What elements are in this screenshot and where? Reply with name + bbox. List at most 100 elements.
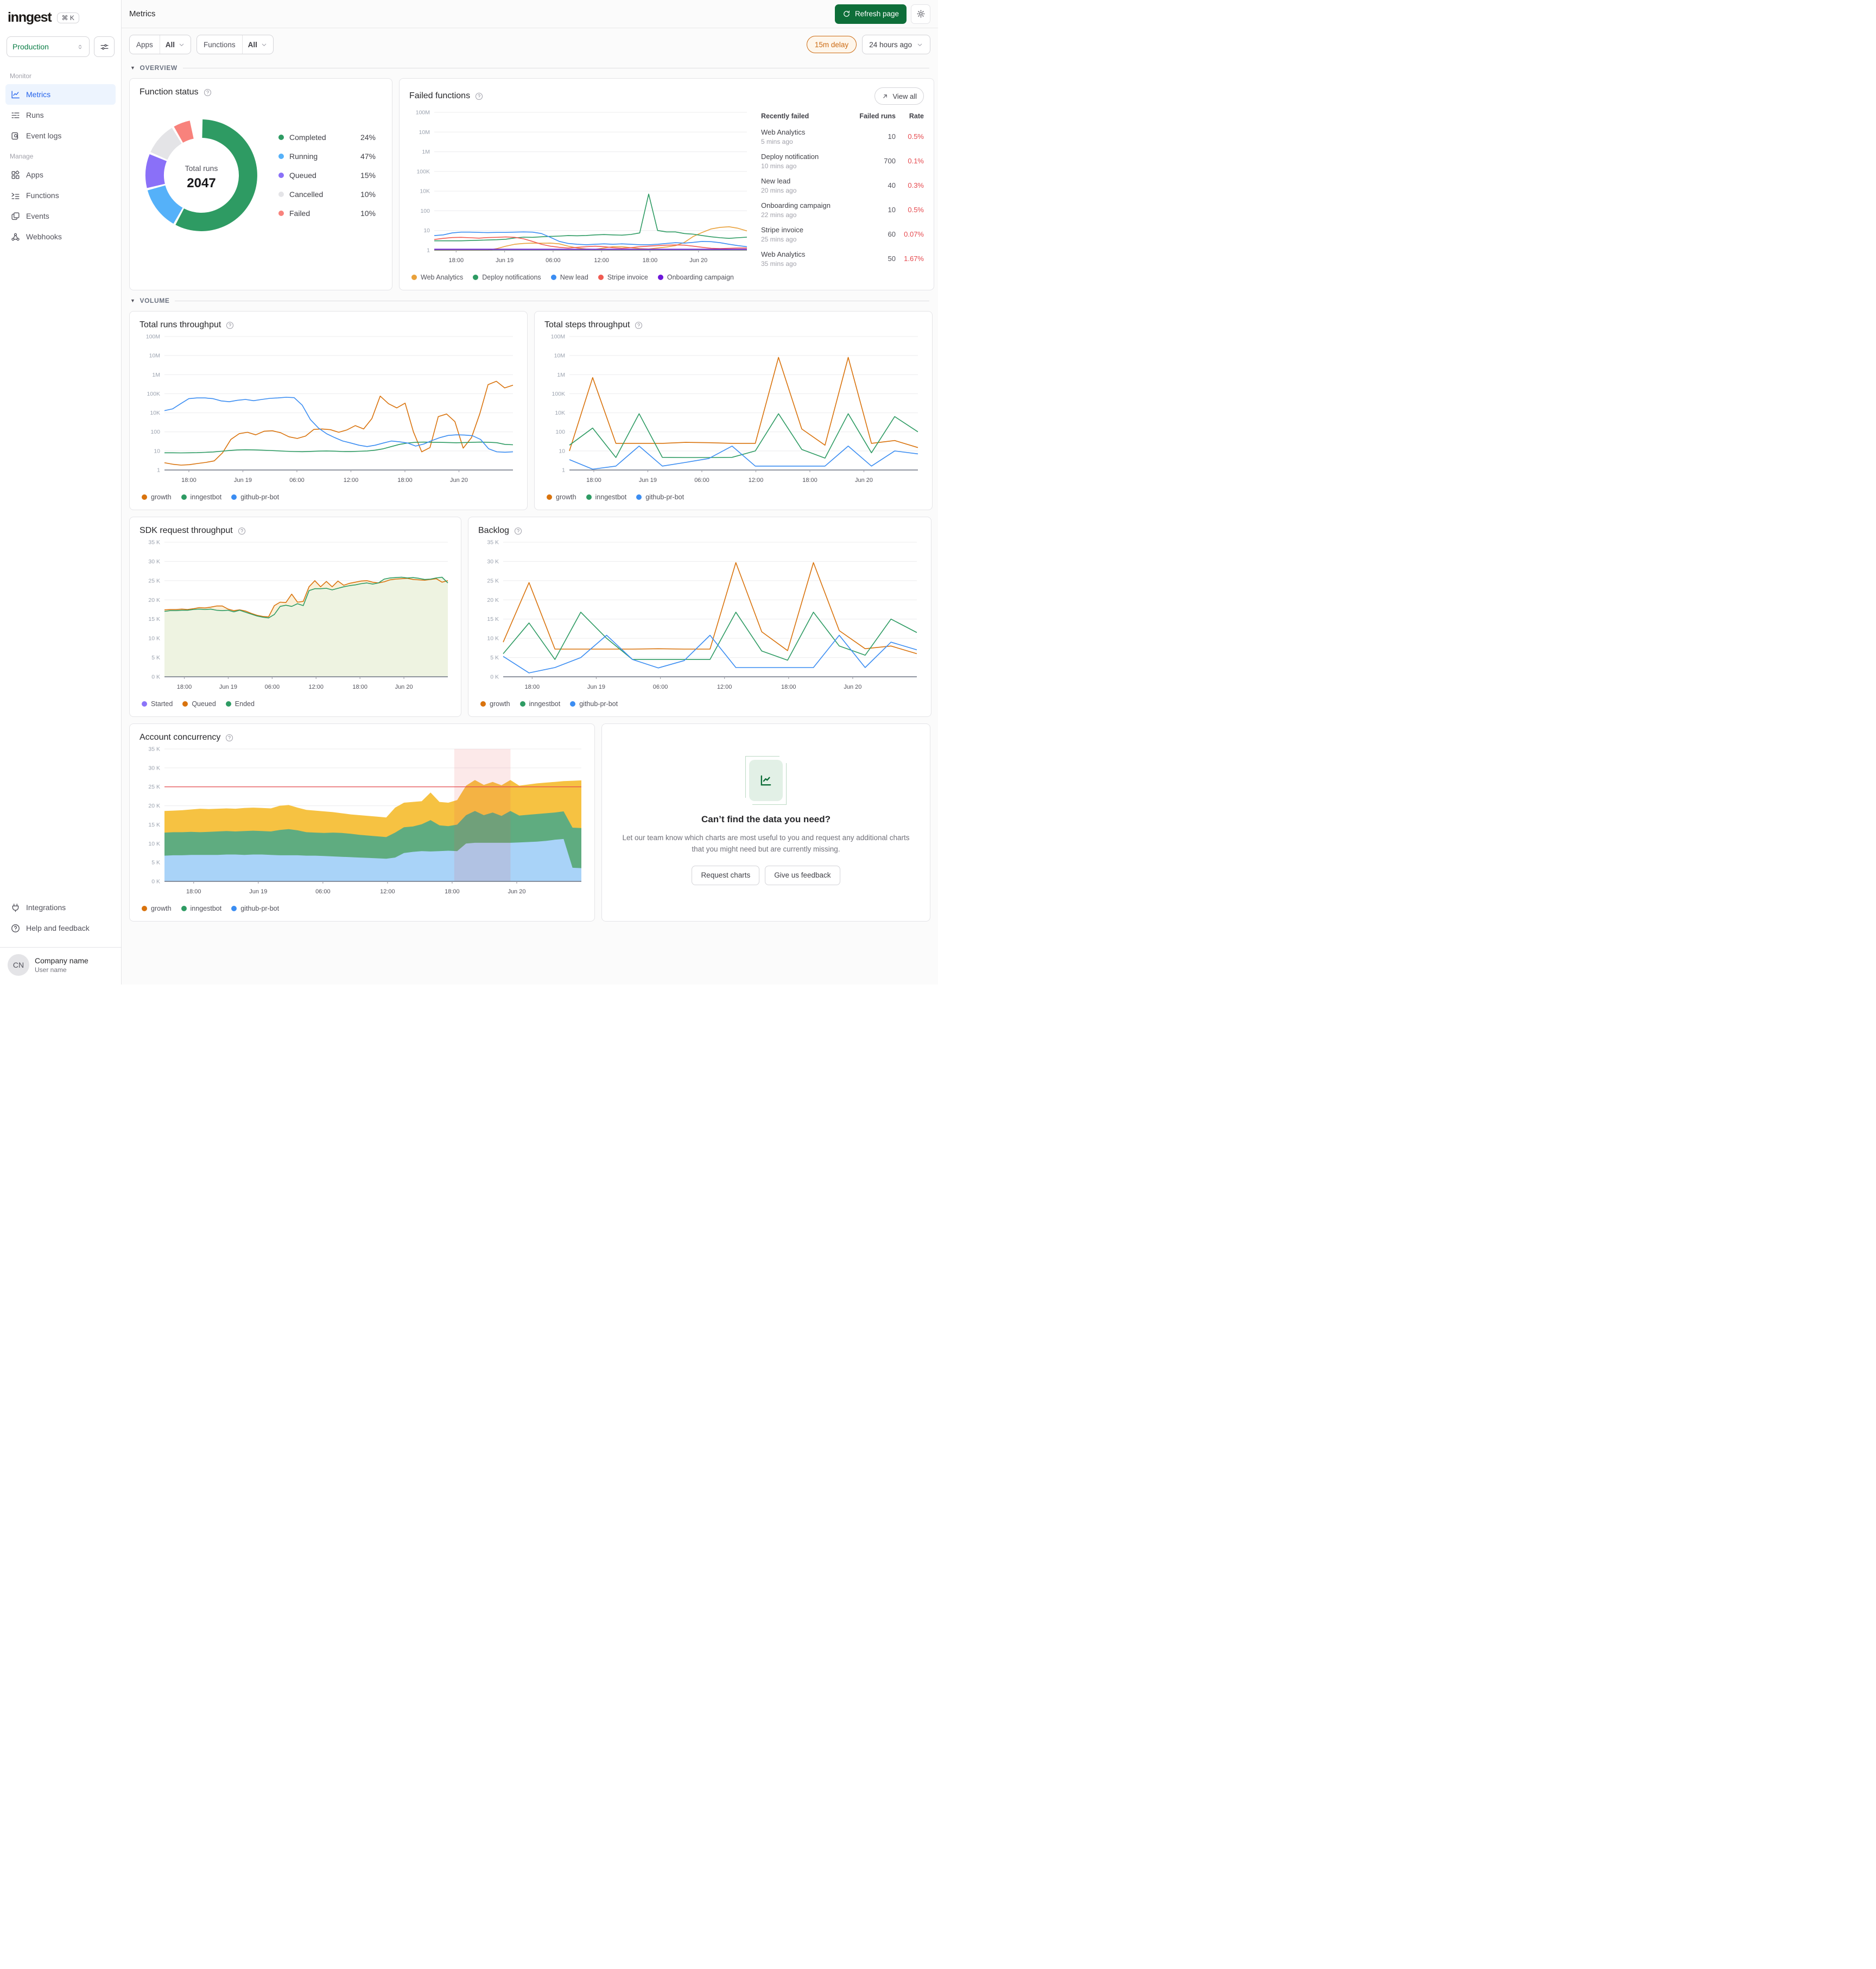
help-icon[interactable] bbox=[237, 526, 246, 536]
give-feedback-button[interactable]: Give us feedback bbox=[765, 865, 840, 885]
legend-item[interactable]: inngestbot bbox=[181, 493, 221, 501]
time-range-select[interactable]: 24 hours ago bbox=[862, 35, 930, 54]
failed-function-name: Onboarding campaign bbox=[761, 201, 831, 209]
sidebar-item-event-logs[interactable]: Event logs bbox=[5, 125, 116, 146]
legend-item[interactable]: growth bbox=[480, 700, 510, 708]
sidebar-item-integrations[interactable]: Integrations bbox=[5, 897, 116, 918]
svg-text:12:00: 12:00 bbox=[309, 684, 324, 690]
svg-text:100K: 100K bbox=[147, 391, 160, 397]
chart-illustration bbox=[745, 756, 787, 805]
legend-item[interactable]: growth bbox=[142, 493, 172, 501]
legend-item[interactable]: github-pr-bot bbox=[636, 493, 684, 501]
legend-item[interactable]: github-pr-bot bbox=[231, 905, 279, 912]
svg-text:18:00: 18:00 bbox=[586, 477, 601, 484]
legend-item[interactable]: Running 47% bbox=[278, 152, 376, 161]
chevron-down-icon bbox=[178, 41, 185, 48]
help-icon[interactable] bbox=[225, 321, 234, 330]
legend-item[interactable]: Ended bbox=[225, 700, 255, 708]
sidebar-item-functions[interactable]: Functions bbox=[5, 185, 116, 206]
legend-item[interactable]: Queued 15% bbox=[278, 171, 376, 180]
recently-failed-row[interactable]: Web Analytics 35 mins ago 50 1.67% bbox=[761, 246, 924, 271]
functions-filter-label: Functions bbox=[197, 35, 243, 54]
sidebar-item-label: Runs bbox=[26, 111, 44, 119]
sidebar-item-metrics[interactable]: Metrics bbox=[5, 84, 116, 105]
legend-item[interactable]: Completed 24% bbox=[278, 133, 376, 142]
svg-text:18:00: 18:00 bbox=[352, 684, 367, 690]
recently-failed-row[interactable]: Onboarding campaign 22 mins ago 10 0.5% bbox=[761, 198, 924, 222]
sdk-request-chart-legend: Started Queued Ended bbox=[140, 700, 451, 708]
refresh-page-button[interactable]: Refresh page bbox=[834, 4, 907, 24]
sidebar-item-runs[interactable]: Runs bbox=[5, 105, 116, 125]
failed-rate-value: 0.3% bbox=[908, 181, 924, 189]
svg-text:12:00: 12:00 bbox=[717, 684, 732, 690]
legend-item[interactable]: Started bbox=[142, 700, 173, 708]
legend-item[interactable]: Failed 10% bbox=[278, 209, 376, 218]
apps-filter[interactable]: Apps All bbox=[129, 35, 192, 54]
svg-text:Jun 19: Jun 19 bbox=[249, 888, 267, 895]
legend-item[interactable]: growth bbox=[547, 493, 576, 501]
legend-item[interactable]: Deploy notifications bbox=[473, 274, 541, 281]
cta-title: Can’t find the data you need? bbox=[701, 814, 831, 825]
sidebar-item-webhooks[interactable]: Webhooks bbox=[5, 226, 116, 247]
recently-failed-row[interactable]: Stripe invoice 25 mins ago 60 0.07% bbox=[761, 222, 924, 246]
overview-section-header[interactable]: ▼ OVERVIEW bbox=[130, 64, 929, 72]
help-icon[interactable] bbox=[514, 526, 523, 536]
failed-functions-chart-legend: Web Analytics Deploy notifications New lea… bbox=[409, 274, 751, 281]
col-failed-runs: Failed runs bbox=[859, 112, 896, 120]
volume-section-header[interactable]: ▼ VOLUME bbox=[130, 297, 929, 304]
recently-failed-row[interactable]: Web Analytics 5 mins ago 10 0.5% bbox=[761, 124, 924, 149]
svg-text:5 K: 5 K bbox=[151, 655, 160, 661]
recently-failed-row[interactable]: New lead 20 mins ago 40 0.3% bbox=[761, 173, 924, 198]
legend-item[interactable]: inngestbot bbox=[519, 700, 560, 708]
legend-item[interactable]: growth bbox=[142, 905, 172, 912]
failed-function-name: Web Analytics bbox=[761, 250, 806, 258]
total-runs-chart: 100M 10M 1M 100K 10K 100 10 1 18:00 Jun 19 06:00 12… bbox=[146, 334, 514, 484]
functions-filter[interactable]: Functions All bbox=[197, 35, 274, 54]
cta-body: Let our team know which charts are most … bbox=[622, 834, 910, 853]
help-icon[interactable] bbox=[474, 92, 484, 101]
legend-item[interactable]: inngestbot bbox=[181, 905, 221, 912]
sidebar-item-help-and-feedback[interactable]: Help and feedback bbox=[5, 918, 116, 938]
svg-text:Jun 20: Jun 20 bbox=[689, 257, 707, 264]
legend-item[interactable]: Web Analytics bbox=[411, 274, 463, 281]
legend-item[interactable]: Onboarding campaign bbox=[657, 274, 734, 281]
legend-dot-icon bbox=[142, 906, 147, 911]
sidebar-item-apps[interactable]: Apps bbox=[5, 164, 116, 185]
legend-value: 24% bbox=[360, 133, 376, 142]
environment-select[interactable]: Production bbox=[7, 36, 90, 57]
failed-function-time: 35 mins ago bbox=[761, 259, 797, 268]
command-k-shortcut[interactable]: ⌘ K bbox=[56, 12, 79, 23]
legend-item[interactable]: Cancelled 10% bbox=[278, 190, 376, 199]
svg-text:10M: 10M bbox=[149, 353, 160, 359]
legend-item[interactable]: Queued bbox=[182, 700, 216, 708]
sidebar-item-events[interactable]: Events bbox=[5, 206, 116, 226]
help-icon[interactable] bbox=[203, 88, 212, 97]
svg-text:0 K: 0 K bbox=[151, 879, 160, 885]
account-profile[interactable]: CN Company name User name bbox=[0, 947, 121, 984]
legend-dot-icon bbox=[550, 275, 556, 280]
recently-failed-row[interactable]: Deploy notification 10 mins ago 700 0.1% bbox=[761, 149, 924, 173]
svg-text:06:00: 06:00 bbox=[653, 684, 668, 690]
functions-filter-value: All bbox=[248, 40, 257, 49]
help-icon[interactable] bbox=[634, 321, 643, 330]
failed-functions-card: Failed functions View all 100M 10M 1M 100K 1… bbox=[399, 78, 934, 290]
legend-value: 10% bbox=[360, 209, 376, 218]
settings-button[interactable] bbox=[911, 4, 930, 24]
legend-item[interactable]: New lead bbox=[550, 274, 588, 281]
legend-item[interactable]: inngestbot bbox=[586, 493, 626, 501]
svg-text:25 K: 25 K bbox=[148, 784, 160, 790]
svg-text:100K: 100K bbox=[552, 391, 565, 397]
legend-item[interactable]: github-pr-bot bbox=[231, 493, 279, 501]
help-icon[interactable] bbox=[225, 733, 234, 742]
legend-item[interactable]: github-pr-bot bbox=[570, 700, 618, 708]
sidebar-item-label: Help and feedback bbox=[26, 924, 90, 932]
view-all-button[interactable]: View all bbox=[874, 87, 924, 105]
apps-icon bbox=[10, 170, 21, 180]
function-status-card: Function status Total runs 2047 Completed… bbox=[129, 78, 392, 290]
request-charts-button[interactable]: Request charts bbox=[692, 865, 760, 885]
legend-item[interactable]: Stripe invoice bbox=[598, 274, 648, 281]
sidebar-item-label: Webhooks bbox=[26, 232, 62, 241]
svg-text:Jun 20: Jun 20 bbox=[844, 684, 861, 690]
environment-filter-button[interactable] bbox=[94, 36, 115, 57]
sdk-request-throughput-card: SDK request throughput 35 K 30 K 25 K 20 K 1… bbox=[129, 517, 461, 717]
